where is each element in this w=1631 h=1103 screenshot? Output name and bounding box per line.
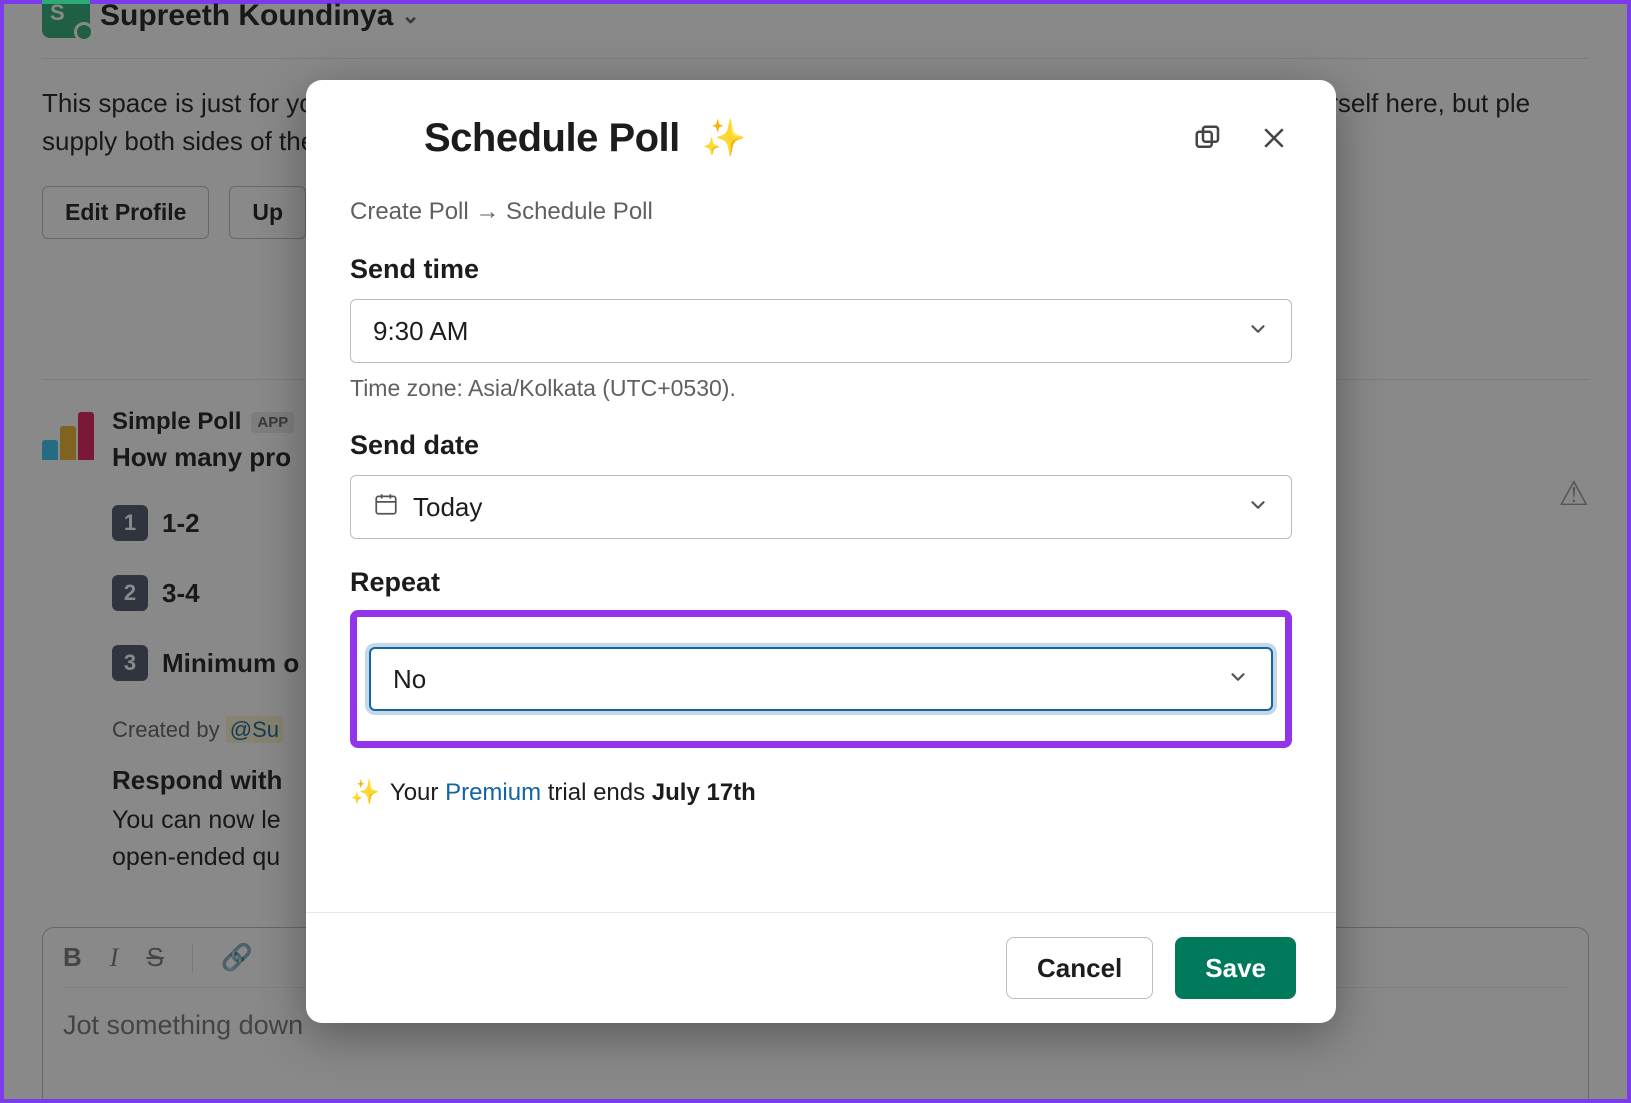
send-time-select[interactable]: 9:30 AM	[350, 299, 1292, 363]
modal-title: Schedule Poll	[424, 116, 680, 161]
send-date-select[interactable]: Today	[350, 475, 1292, 539]
send-date-label: Send date	[350, 430, 1292, 461]
send-time-label: Send time	[350, 254, 1292, 285]
repeat-select[interactable]: No	[369, 647, 1273, 711]
repeat-value: No	[393, 664, 426, 695]
chevron-down-icon	[1247, 316, 1269, 347]
popout-icon[interactable]	[1186, 116, 1230, 160]
send-time-value: 9:30 AM	[373, 316, 468, 347]
calendar-icon	[373, 491, 399, 524]
annotation-highlight: No	[350, 610, 1292, 748]
sparkle-icon: ✨	[350, 778, 380, 807]
close-icon[interactable]	[1252, 116, 1296, 160]
chevron-down-icon	[1247, 492, 1269, 523]
chevron-down-icon	[1227, 664, 1249, 695]
save-button[interactable]: Save	[1175, 937, 1296, 999]
breadcrumb: Create Poll → Schedule Poll	[350, 198, 1292, 226]
simple-poll-icon	[346, 110, 402, 166]
trial-message: ✨ Your Premium trial ends July 17th	[350, 778, 1292, 837]
repeat-label: Repeat	[350, 567, 1292, 598]
cancel-button[interactable]: Cancel	[1006, 937, 1153, 999]
timezone-hint: Time zone: Asia/Kolkata (UTC+0530).	[350, 375, 1292, 402]
send-date-value: Today	[413, 492, 482, 523]
sparkle-icon: ✨	[702, 117, 747, 159]
premium-link[interactable]: Premium	[445, 779, 541, 806]
schedule-poll-modal: Schedule Poll ✨ Create Poll → Schedule P…	[306, 80, 1336, 1023]
